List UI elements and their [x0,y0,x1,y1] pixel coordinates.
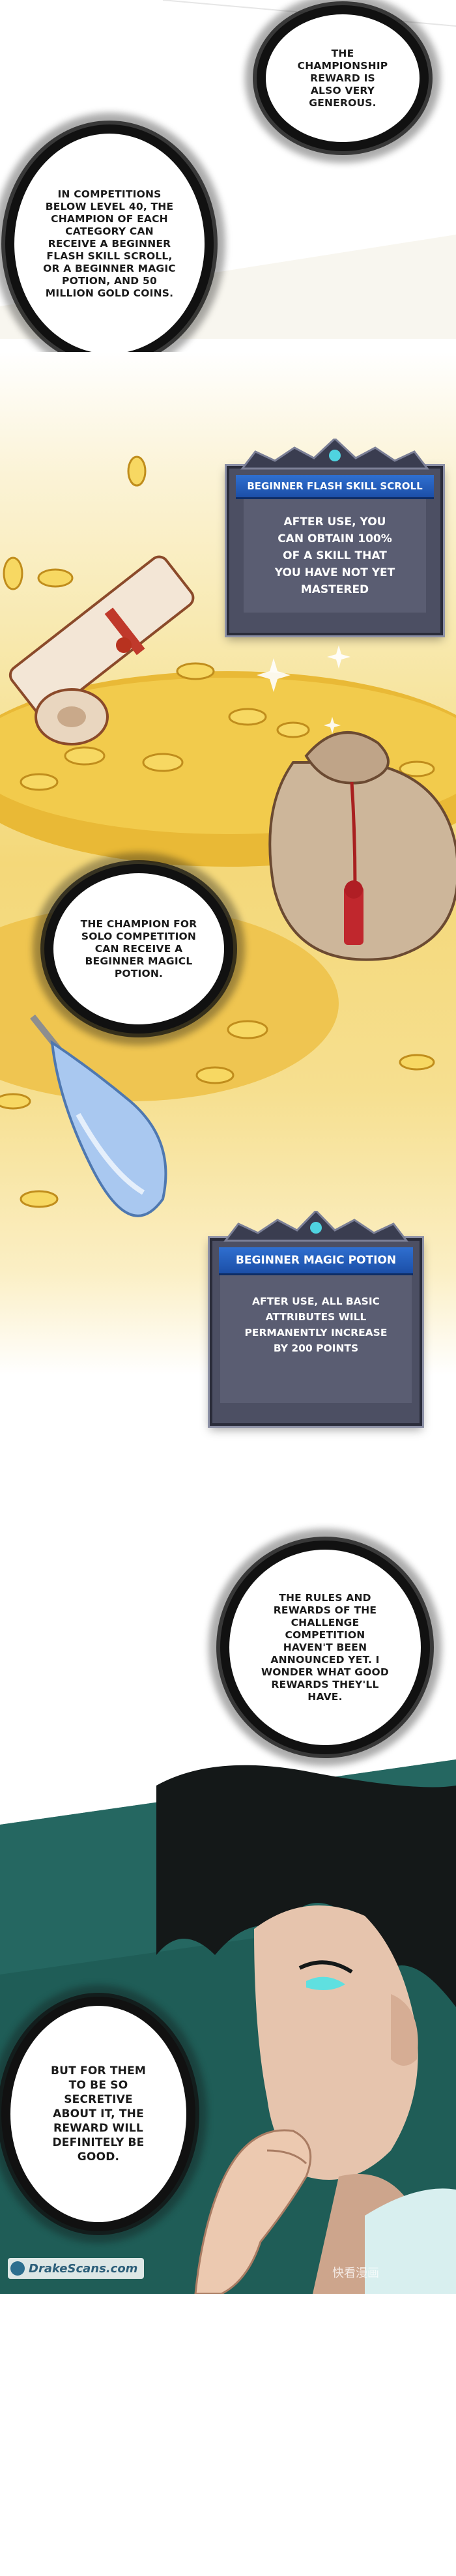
site-watermark-text: DrakeScans.com [29,2261,138,2276]
bubble-text: The rules and rewards of the challenge c… [261,1591,389,1703]
system-window-body: After use, you can obtain 100% of a skil… [244,499,426,613]
system-window-body: After use, all basic attributes will per… [220,1275,412,1403]
system-window-flash-scroll: Beginner flash skill scroll After use, y… [227,439,443,635]
system-window-title: Beginner magic potion [219,1247,413,1275]
bubble-text: The champion for solo competition can re… [80,918,197,979]
bubble-text: The championship reward is also very gen… [297,47,388,109]
crown-ornament [240,439,430,470]
publisher-watermark: 快看漫画 [332,2264,379,2281]
speech-bubble-competitions-below-40: In competitions below level 40, the cham… [14,134,205,354]
speech-bubble-secretive: But for them to be so secretive about it… [10,2006,186,2222]
bubble-text: But for them to be so secretive about it… [50,2064,147,2164]
system-window-magic-potion: Beginner magic potion After use, all bas… [210,1211,422,1426]
dragon-logo-icon [10,2261,25,2276]
publisher-watermark-text: 快看漫画 [332,2266,379,2280]
speech-bubble-rules-unannounced: The rules and rewards of the challenge c… [229,1550,421,1745]
speech-bubble-solo-champion: The champion for solo competition can re… [53,873,224,1024]
system-window-title: Beginner flash skill scroll [236,475,434,499]
site-watermark: DrakeScans.com [8,2258,145,2279]
bubble-text: In competitions below level 40, the cham… [43,188,176,299]
crown-ornament [223,1211,409,1242]
speech-bubble-championship-reward: The championship reward is also very gen… [266,14,420,142]
